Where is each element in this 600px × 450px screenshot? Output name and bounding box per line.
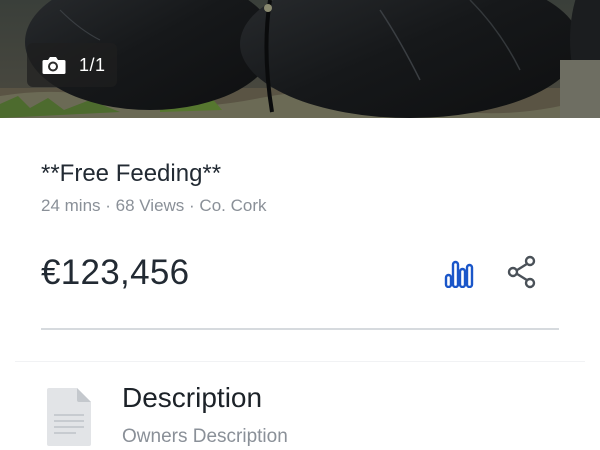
listing-photo[interactable]: 1/1 (0, 0, 600, 118)
listing-meta: 24 mins · 68 Views · Co. Cork (41, 196, 267, 215)
camera-icon (40, 54, 66, 76)
listing-page: 1/1 **Free Feeding** 24 mins · 68 Views … (0, 0, 600, 450)
section-separator (15, 361, 585, 362)
photo-count-text: 1/1 (79, 54, 106, 75)
description-subtitle: Owners Description (122, 426, 288, 447)
listing-price: €123,456 (41, 253, 190, 292)
bar-chart-icon (444, 256, 474, 293)
share-button[interactable] (502, 254, 542, 294)
price-divider (41, 328, 559, 330)
document-icon (45, 386, 93, 448)
stats-button[interactable] (440, 255, 478, 293)
photo-counter: 1/1 (27, 43, 117, 87)
share-icon (506, 255, 538, 294)
description-heading[interactable]: Description (122, 382, 262, 414)
listing-title: **Free Feeding** (41, 160, 222, 187)
